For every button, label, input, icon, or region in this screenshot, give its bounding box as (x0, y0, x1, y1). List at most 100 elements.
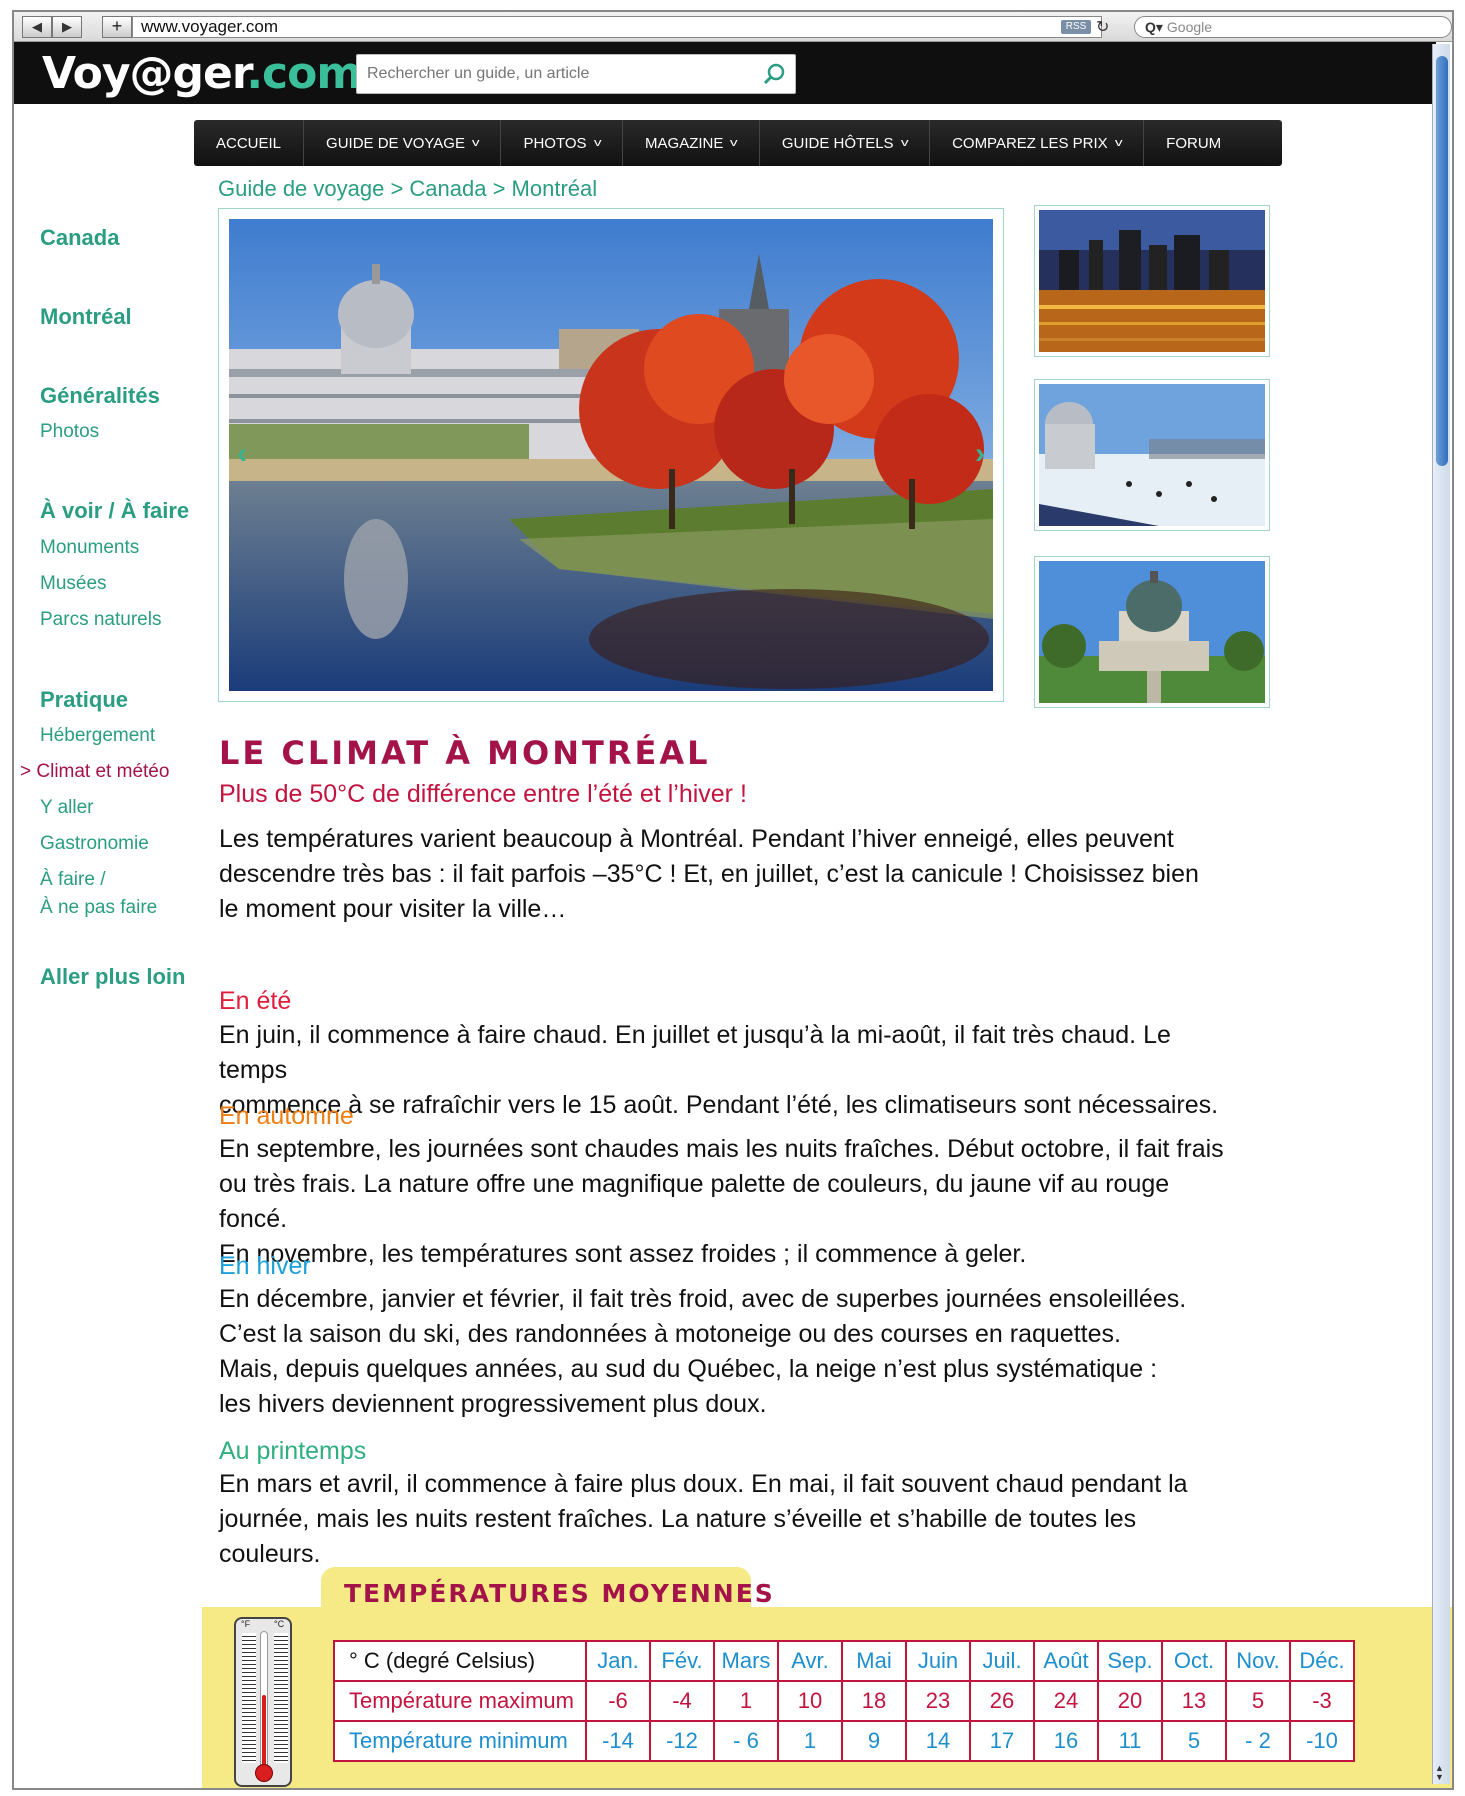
photo-carousel: ‹ › (218, 208, 1004, 702)
search-icon[interactable] (763, 62, 787, 91)
thumbnail-skyline-night (1039, 210, 1265, 352)
article-intro: Les températures varient beaucoup à Mont… (219, 822, 1199, 927)
thermo-c-label: °C (274, 1619, 285, 1629)
max-value: 13 (1161, 1680, 1227, 1722)
new-tab-icon[interactable]: + (102, 16, 132, 38)
sidebar-item-aller-plus-loin[interactable]: Aller plus loin (40, 964, 185, 990)
min-value: 14 (905, 1720, 971, 1762)
season-text-printemps: En mars et avril, il commence à faire pl… (219, 1467, 1229, 1572)
site-logo[interactable]: Voy@ger.com (42, 48, 362, 99)
max-value: 18 (841, 1680, 907, 1722)
min-value: 1 (777, 1720, 843, 1762)
page-title: LE CLIMAT À MONTRÉAL (219, 734, 711, 772)
sidebar-item-hebergement[interactable]: Hébergement (40, 725, 155, 747)
min-value: -14 (585, 1720, 651, 1762)
min-value: -12 (649, 1720, 715, 1762)
sidebar-item-y-aller[interactable]: Y aller (40, 797, 94, 819)
rss-icon[interactable]: RSS (1061, 20, 1091, 34)
month-header: Sep. (1097, 1640, 1163, 1682)
thumbnail-3[interactable] (1034, 556, 1270, 708)
scrollbar-thumb[interactable] (1436, 56, 1448, 466)
max-value: 24 (1033, 1680, 1099, 1722)
season-heading-automne: En automne (219, 1102, 354, 1130)
browser-toolbar: ◀ ▶ + www.voyager.com RSS ↻ Q▾ Google (14, 12, 1452, 42)
intro-line: Les températures varient beaucoup à Mont… (219, 825, 1174, 853)
month-header: Fév. (649, 1640, 715, 1682)
min-value: 5 (1161, 1720, 1227, 1762)
month-header: Août (1033, 1640, 1099, 1682)
sidebar-item-gastronomie[interactable]: Gastronomie (40, 833, 149, 855)
season-text-hiver: En décembre, janvier et février, il fait… (219, 1282, 1229, 1422)
sidebar-item-canada[interactable]: Canada (40, 225, 119, 251)
temperature-table: ° C (degré Celsius) Jan. Fév. Mars Avr. … (333, 1640, 1355, 1762)
address-bar[interactable]: www.voyager.com (132, 16, 1102, 38)
text-line: Mais, depuis quelques années, au sud du … (219, 1355, 1158, 1383)
month-header: Mars (713, 1640, 779, 1682)
max-value: 5 (1225, 1680, 1291, 1722)
nav-guide-hotels[interactable]: GUIDE HÔTELS v (760, 120, 931, 166)
text-line: En mars et avril, il commence à faire pl… (219, 1470, 1188, 1498)
main-navigation: ACCUEIL GUIDE DE VOYAGE v PHOTOS v MAGAZIN… (194, 120, 1282, 166)
nav-label: PHOTOS (523, 134, 587, 152)
thumbnail-2[interactable] (1034, 379, 1270, 531)
sidebar-item-parcs[interactable]: Parcs naturels (40, 609, 161, 631)
intro-line: le moment pour visiter la ville… (219, 895, 567, 923)
carousel-prev-icon[interactable]: ‹ (237, 437, 247, 471)
sidebar-item-montreal[interactable]: Montréal (40, 304, 132, 330)
season-text-automne: En septembre, les journées sont chaudes … (219, 1132, 1229, 1272)
article-subtitle: Plus de 50°C de différence entre l’été e… (219, 780, 747, 808)
search-input[interactable] (357, 55, 752, 93)
main-photo[interactable]: ‹ › (229, 219, 993, 691)
browser-search-field[interactable]: Q▾ Google (1134, 16, 1452, 38)
nav-label: ACCUEIL (216, 134, 282, 152)
intro-line: descendre très bas : il fait parfois –35… (219, 860, 1199, 888)
site-search (356, 54, 796, 94)
sidebar-item-photos[interactable]: Photos (40, 421, 99, 443)
nav-forum[interactable]: FORUM (1144, 120, 1243, 166)
chevron-down-icon: v (1114, 137, 1123, 149)
month-header: Juin (905, 1640, 971, 1682)
nav-accueil[interactable]: ACCUEIL (194, 120, 305, 166)
unit-label: ° C (degré Celsius) (333, 1640, 587, 1682)
chevron-down-icon: v (730, 137, 738, 149)
site-header: Voy@ger.com (14, 42, 1436, 104)
min-value: - 6 (713, 1720, 779, 1762)
thumbnail-skating (1039, 384, 1265, 526)
sidebar-item-a-ne-pas-faire[interactable]: À ne pas faire (40, 897, 157, 919)
sidebar-item-musees[interactable]: Musées (40, 573, 107, 595)
sidebar-item-a-faire[interactable]: À faire / (40, 869, 105, 891)
nav-comparez-les-prix[interactable]: COMPAREZ LES PRIX v (930, 120, 1145, 166)
chevron-down-icon: v (900, 137, 909, 149)
table-row-max: Température maximum -6 -4 1 10 18 23 26 … (333, 1680, 1355, 1722)
sidebar-item-pratique[interactable]: Pratique (40, 687, 128, 713)
carousel-next-icon[interactable]: › (975, 437, 985, 471)
thermometer-icon: °F °C (234, 1617, 292, 1787)
sidebar-item-climat[interactable]: > Climat et météo (20, 761, 169, 783)
nav-guide-de-voyage[interactable]: GUIDE DE VOYAGE v (304, 120, 502, 166)
thumbnail-1[interactable] (1034, 205, 1270, 357)
sidebar-item-generalites[interactable]: Généralités (40, 383, 160, 409)
forward-icon[interactable]: ▶ (52, 16, 82, 38)
min-value: 17 (969, 1720, 1035, 1762)
text-line: En novembre, les températures sont assez… (219, 1240, 1027, 1268)
max-value: 10 (777, 1680, 843, 1722)
nav-magazine[interactable]: MAGAZINE v (623, 120, 760, 166)
nav-photos[interactable]: PHOTOS v (501, 120, 624, 166)
text-line: les hivers deviennent progressivement pl… (219, 1390, 767, 1418)
reload-icon[interactable]: ↻ (1096, 17, 1109, 37)
text-line: En septembre, les journées sont chaudes … (219, 1135, 1224, 1163)
max-value: 26 (969, 1680, 1035, 1722)
thermo-tube (260, 1631, 268, 1771)
sidebar-item-monuments[interactable]: Monuments (40, 537, 139, 559)
scroll-arrows-icon[interactable]: ▲ ▼ (1435, 1764, 1444, 1782)
vertical-scrollbar[interactable]: ▲ ▼ (1432, 44, 1450, 1784)
breadcrumb[interactable]: Guide de voyage > Canada > Montréal (218, 176, 597, 202)
text-line: journée, mais les nuits restent fraîches… (219, 1505, 1137, 1568)
back-icon[interactable]: ◀ (22, 16, 52, 38)
text-line: ou très frais. La nature offre une magni… (219, 1170, 1170, 1233)
max-label: Température maximum (333, 1680, 587, 1722)
sidebar-item-a-voir[interactable]: À voir / À faire (40, 498, 189, 524)
month-header: Avr. (777, 1640, 843, 1682)
max-value: 1 (713, 1680, 779, 1722)
min-value: 11 (1097, 1720, 1163, 1762)
